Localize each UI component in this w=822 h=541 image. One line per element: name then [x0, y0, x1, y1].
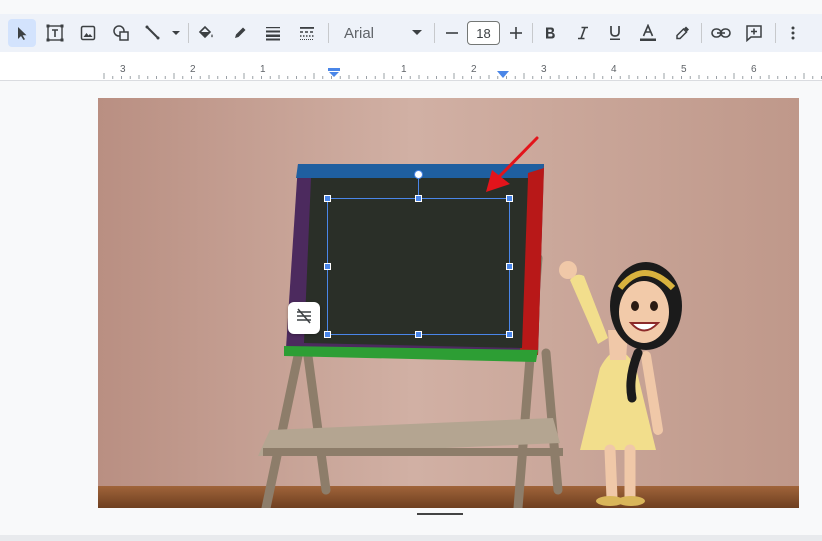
toolbar-divider [328, 23, 329, 43]
increase-font-size-button[interactable] [505, 19, 527, 47]
resize-handle-top[interactable] [415, 195, 422, 202]
resize-handle-bottom-right[interactable] [506, 331, 513, 338]
highlighter-icon [674, 25, 690, 41]
image-button[interactable] [75, 19, 101, 47]
right-indent-marker[interactable] [497, 71, 509, 79]
cursor-arrow-icon [14, 25, 30, 41]
resize-handle-top-right[interactable] [506, 195, 513, 202]
border-weight-button[interactable] [260, 19, 286, 47]
decrease-font-size-button[interactable] [441, 19, 463, 47]
bold-button[interactable] [538, 19, 562, 47]
ruler-label: 3 [541, 64, 547, 75]
shape-button[interactable] [108, 19, 134, 47]
link-icon [711, 27, 731, 39]
ruler-label: 4 [611, 64, 617, 75]
border-color-button[interactable] [227, 19, 253, 47]
italic-button[interactable] [571, 19, 595, 47]
ruler-label: 1 [401, 64, 407, 75]
insert-link-button[interactable] [708, 19, 734, 47]
font-family-dropdown[interactable]: Arial [336, 19, 428, 47]
easel-bar [263, 448, 563, 456]
toolbar-divider [188, 23, 189, 43]
red-pointer-arrow [486, 136, 539, 192]
toolbar-divider [434, 23, 435, 43]
resize-handle-bottom-left[interactable] [324, 331, 331, 338]
floating-format-button[interactable] [288, 302, 320, 334]
line-button[interactable] [140, 19, 184, 47]
underline-icon [608, 25, 622, 41]
strikethrough-icon [294, 308, 314, 329]
plus-icon [509, 26, 523, 40]
chevron-down-icon [412, 30, 422, 35]
horizontal-ruler: 3 2 1 1 2 3 4 5 6 [0, 52, 822, 81]
ruler-label: 3 [120, 64, 126, 75]
resize-handle-bottom[interactable] [415, 331, 422, 338]
font-family-label: Arial [344, 24, 375, 42]
pencil-icon [232, 25, 248, 41]
text-color-button[interactable] [636, 19, 660, 47]
italic-icon [576, 26, 590, 40]
shape-icon [112, 24, 130, 42]
toolbar-divider [775, 23, 776, 43]
resize-handle-left[interactable] [324, 263, 331, 270]
text-color-icon [639, 24, 657, 42]
add-comment-icon [745, 24, 763, 42]
toolbar: Arial 18 [0, 14, 822, 52]
ruler-label: 2 [471, 64, 477, 75]
ruler-label: 5 [681, 64, 687, 75]
add-comment-button[interactable] [741, 19, 767, 47]
toolbar-divider [701, 23, 702, 43]
image-icon [80, 25, 96, 41]
filmstrip-resize-handle[interactable] [417, 513, 463, 515]
top-strip [0, 0, 822, 14]
underline-button[interactable] [603, 19, 627, 47]
more-vert-icon [791, 26, 795, 40]
ruler-label: 1 [260, 64, 266, 75]
ruler-label: 6 [751, 64, 757, 75]
wooden-floor [98, 486, 799, 508]
paint-bucket-icon [197, 24, 215, 42]
more-options-button[interactable] [782, 19, 804, 47]
selected-text-box[interactable] [327, 198, 510, 335]
font-size-input[interactable]: 18 [467, 21, 500, 45]
left-indent-marker[interactable] [328, 68, 340, 78]
border-dash-button[interactable] [294, 19, 320, 47]
select-tool-button[interactable] [8, 19, 36, 47]
text-box-button[interactable] [42, 19, 68, 47]
resize-handle-right[interactable] [506, 263, 513, 270]
line-weight-icon [265, 25, 281, 41]
rotation-handle[interactable] [414, 170, 423, 179]
toolbar-divider [532, 23, 533, 43]
minus-icon [445, 26, 459, 40]
highlight-color-button[interactable] [670, 19, 694, 47]
line-dash-icon [299, 25, 315, 41]
text-box-icon [46, 24, 64, 42]
line-icon [142, 25, 182, 41]
bottom-panel-edge [0, 535, 822, 541]
resize-handle-top-left[interactable] [324, 195, 331, 202]
fill-color-button[interactable] [193, 19, 219, 47]
ruler-label: 2 [190, 64, 196, 75]
bold-icon [543, 26, 557, 40]
